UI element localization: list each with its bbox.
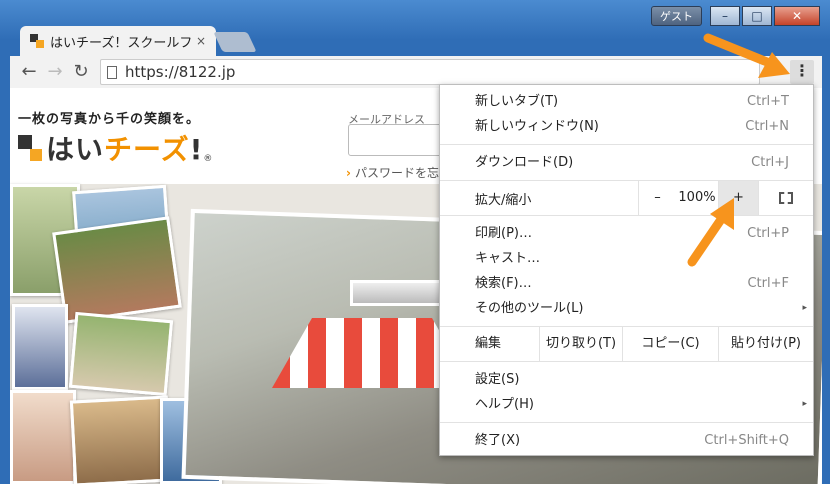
- menu-item-new-tab[interactable]: 新しいタブ(T) Ctrl+T: [440, 89, 813, 114]
- menu-item-download[interactable]: ダウンロード(D) Ctrl+J: [440, 150, 813, 175]
- menu-item-settings[interactable]: 設定(S): [440, 367, 813, 392]
- paste-button[interactable]: 貼り付け(P): [718, 327, 813, 361]
- tab-close-icon[interactable]: ×: [196, 34, 206, 48]
- edit-label: 編集: [475, 336, 502, 351]
- logo-mark-icon: [18, 135, 42, 161]
- menu-divider: [440, 144, 813, 145]
- menu-item-label: キャスト…: [475, 251, 541, 266]
- menu-shortcut: Ctrl+N: [745, 119, 789, 134]
- menu-item-help[interactable]: ヘルプ(H) ▸: [440, 392, 813, 417]
- menu-item-label: 設定(S): [475, 372, 520, 387]
- menu-item-label: 印刷(P)…: [475, 226, 532, 241]
- menu-item-label: ダウンロード(D): [475, 155, 574, 170]
- address-bar[interactable]: https://8122.jp: [100, 59, 760, 85]
- menu-item-print[interactable]: 印刷(P)… Ctrl+P: [440, 221, 813, 246]
- close-window-button[interactable]: ✕: [774, 6, 820, 26]
- tab-title: はいチーズ！スクールフ: [50, 35, 192, 51]
- collage-photo: [350, 280, 446, 306]
- logo-registered-mark: ®: [203, 154, 213, 164]
- collage-photo: [52, 216, 182, 324]
- menu-item-label: ヘルプ(H): [475, 397, 534, 412]
- address-url[interactable]: https://8122.jp: [125, 63, 235, 81]
- chrome-main-menu: 新しいタブ(T) Ctrl+T 新しいウィンドウ(N) Ctrl+N ダウンロー…: [439, 84, 814, 456]
- menu-shortcut: Ctrl+F: [747, 276, 789, 291]
- page-info-icon[interactable]: [107, 65, 117, 79]
- menu-item-label: 新しいタブ(T): [475, 94, 559, 109]
- copy-button[interactable]: コピー(C): [622, 327, 718, 361]
- new-tab-button[interactable]: [213, 32, 257, 52]
- site-tagline: 一枚の写真から千の笑顔を。: [18, 112, 201, 127]
- guest-profile-button[interactable]: ゲスト: [651, 6, 702, 26]
- zoom-in-button[interactable]: +: [718, 181, 758, 215]
- collage-photo: [68, 311, 174, 397]
- menu-item-label: その他のツール(L): [475, 301, 584, 316]
- back-button[interactable]: ←: [16, 59, 42, 85]
- menu-item-label: 検索(F)…: [475, 276, 532, 291]
- edit-row: 編集 切り取り(T) コピー(C) 貼り付け(P): [440, 327, 813, 361]
- fullscreen-button[interactable]: [758, 181, 813, 215]
- maximize-button[interactable]: □: [742, 6, 772, 26]
- minimize-button[interactable]: –: [710, 6, 740, 26]
- site-favicon-icon: [30, 34, 44, 48]
- menu-shortcut: Ctrl+Shift+Q: [704, 433, 789, 448]
- menu-item-label: 終了(X): [475, 433, 521, 448]
- zoom-row: 拡大/縮小 – 100% +: [440, 181, 813, 215]
- menu-shortcut: Ctrl+J: [751, 155, 789, 170]
- forgot-password-link[interactable]: › パスワードを忘: [346, 164, 439, 181]
- menu-divider: [440, 422, 813, 423]
- menu-item-find[interactable]: 検索(F)… Ctrl+F: [440, 271, 813, 296]
- email-field[interactable]: [348, 124, 448, 156]
- menu-item-more-tools[interactable]: その他のツール(L) ▸: [440, 296, 813, 321]
- browser-window: ゲスト – □ ✕ はいチーズ！スクールフ × ← → ↻ https://81…: [0, 0, 830, 484]
- zoom-label: 拡大/縮小: [475, 192, 532, 208]
- logo-text: はいチーズ!: [46, 133, 204, 166]
- collage-photo: [69, 395, 173, 484]
- cut-button[interactable]: 切り取り(T): [539, 327, 622, 361]
- fullscreen-icon: [779, 191, 793, 204]
- window-controls: ゲスト – □ ✕: [651, 6, 820, 26]
- reload-button[interactable]: ↻: [68, 59, 94, 85]
- chrome-menu-button[interactable]: ⋮: [790, 60, 814, 84]
- menu-item-label: 新しいウィンドウ(N): [475, 119, 599, 134]
- menu-divider: [440, 361, 813, 362]
- menu-item-new-window[interactable]: 新しいウィンドウ(N) Ctrl+N: [440, 114, 813, 139]
- forward-button[interactable]: →: [42, 59, 68, 85]
- submenu-arrow-icon: ▸: [802, 303, 807, 313]
- chevron-right-icon: ›: [346, 166, 351, 180]
- browser-tab-active[interactable]: はいチーズ！スクールフ ×: [20, 26, 216, 56]
- menu-item-exit[interactable]: 終了(X) Ctrl+Shift+Q: [440, 428, 813, 453]
- collage-photo: [10, 390, 76, 484]
- menu-shortcut: Ctrl+T: [747, 94, 789, 109]
- zoom-level: 100%: [678, 190, 716, 205]
- zoom-out-button[interactable]: –: [638, 181, 676, 215]
- menu-divider: [440, 215, 813, 216]
- menu-item-cast[interactable]: キャスト…: [440, 246, 813, 271]
- submenu-arrow-icon: ▸: [802, 399, 807, 409]
- menu-shortcut: Ctrl+P: [747, 226, 789, 241]
- collage-photo: [12, 304, 68, 390]
- site-logo[interactable]: はいチーズ! ®: [18, 128, 212, 168]
